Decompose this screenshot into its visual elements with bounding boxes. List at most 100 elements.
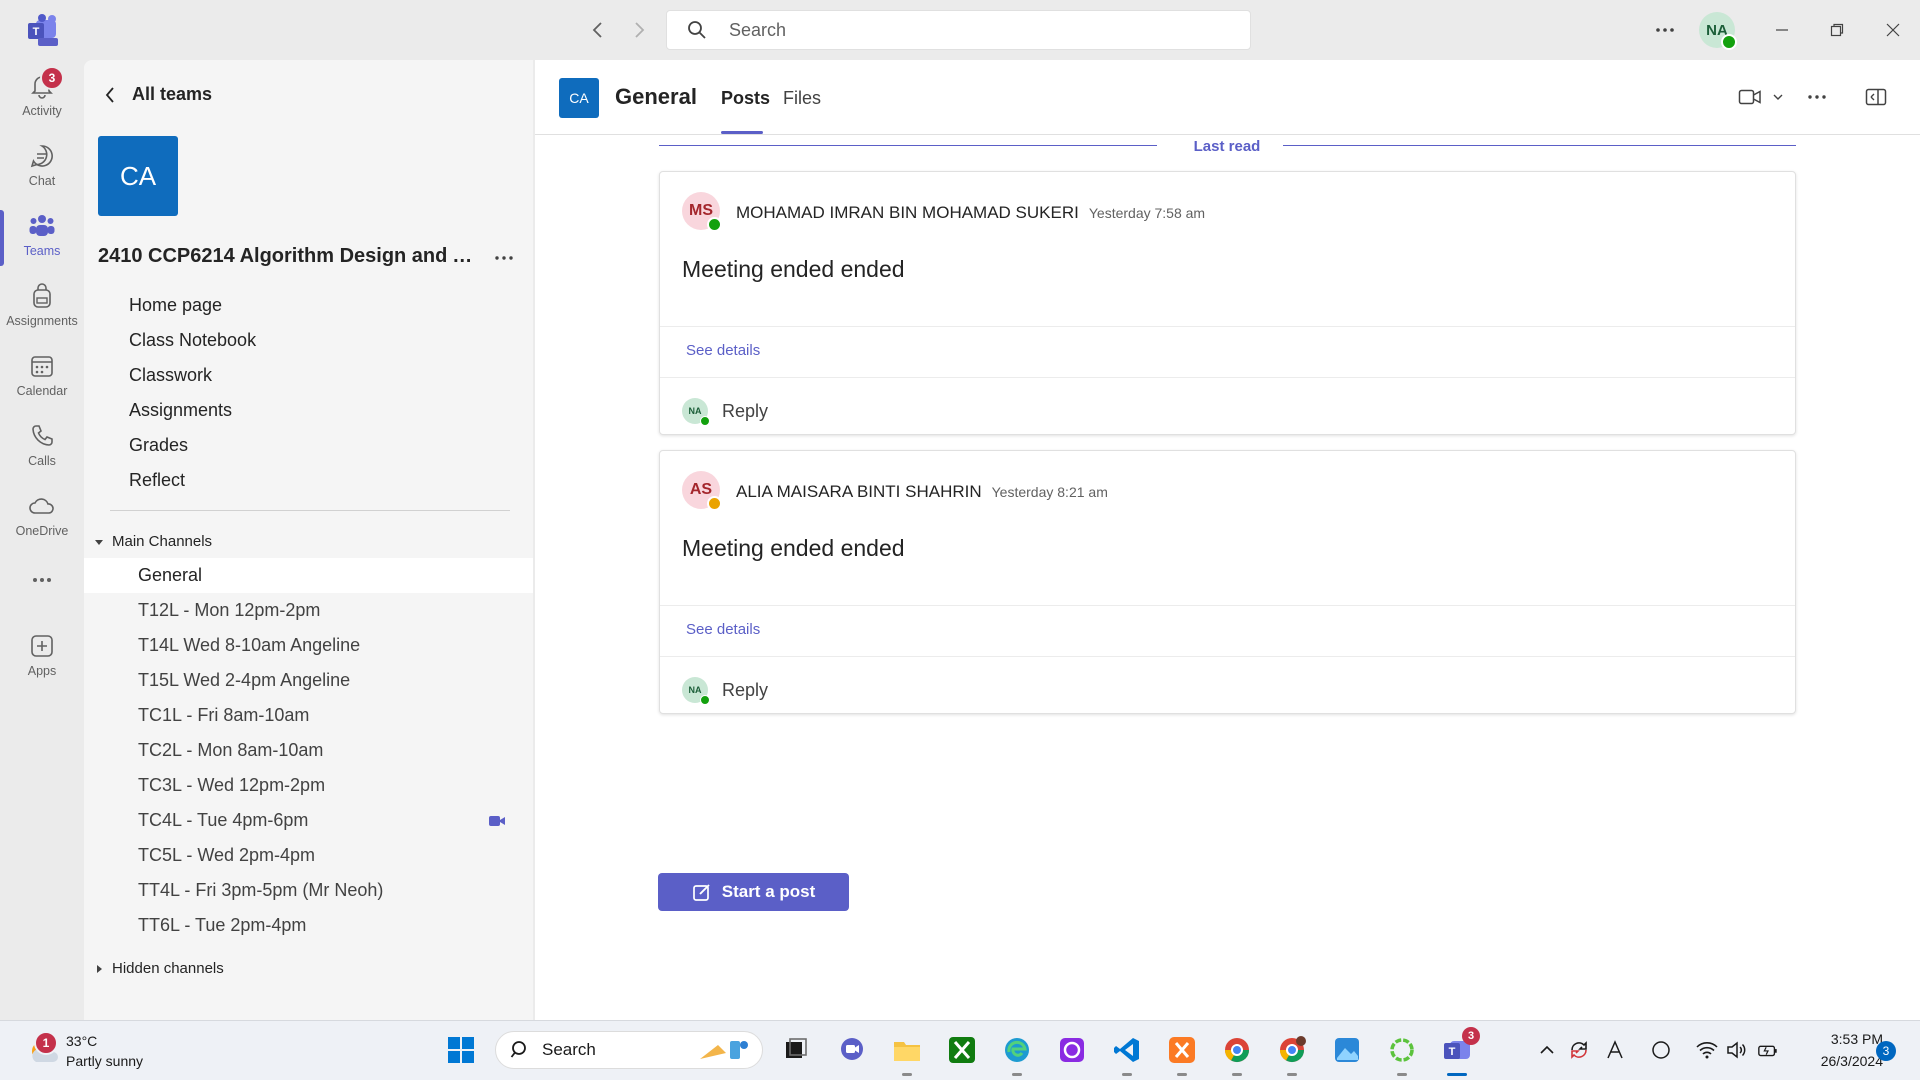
link-classwork[interactable]: Classwork — [129, 365, 212, 386]
meet-chat-icon — [841, 1038, 863, 1060]
post-subject: Meeting ended ended — [682, 256, 905, 282]
rail-item-onedrive[interactable]: OneDrive — [0, 486, 84, 552]
taskbar-edge[interactable] — [1000, 1033, 1034, 1076]
show-hidden-icons[interactable] — [1536, 1039, 1558, 1061]
weather-widget[interactable]: 1 — [24, 1031, 64, 1071]
taskbar-vscode[interactable] — [1110, 1033, 1144, 1076]
channel-item[interactable]: T15L Wed 2-4pm Angeline — [84, 663, 533, 698]
all-teams-link[interactable]: All teams — [104, 84, 212, 105]
more-options-icon[interactable] — [1650, 18, 1680, 42]
wifi-tray[interactable] — [1696, 1039, 1718, 1061]
post-author[interactable]: MOHAMAD IMRAN BIN MOHAMAD SUKERI — [736, 203, 1079, 222]
taskbar-xampp[interactable] — [1165, 1033, 1199, 1076]
teams-logo-icon: T — [26, 14, 60, 46]
taskbar-task-view[interactable] — [780, 1033, 814, 1067]
see-details-link[interactable]: See details — [686, 342, 760, 359]
section-main-channels[interactable]: Main Channels — [92, 533, 212, 550]
channel-item[interactable]: TC5L - Wed 2pm-4pm — [84, 838, 533, 873]
side-panel-icon[interactable] — [1863, 85, 1889, 109]
taskbar-xbox[interactable] — [945, 1033, 979, 1067]
video-meet-icon[interactable] — [1737, 85, 1763, 109]
channel-item[interactable]: TT4L - Fri 3pm-5pm (Mr Neoh) — [84, 873, 533, 908]
post-time: Yesterday 7:58 am — [1088, 205, 1206, 221]
rail-label: Activity — [22, 104, 62, 118]
last-read-label: Last read — [1185, 138, 1269, 155]
reply-button[interactable]: Reply — [722, 680, 768, 701]
meeting-video-icon — [488, 814, 506, 828]
search-input[interactable] — [727, 18, 1231, 42]
minimize-icon[interactable] — [1765, 14, 1799, 46]
ime-tray[interactable] — [1604, 1039, 1626, 1061]
rail-item-calls[interactable]: Calls — [0, 416, 84, 482]
rail-item-activity[interactable]: 3 Activity — [0, 66, 84, 132]
taskbar-app[interactable] — [1055, 1033, 1089, 1067]
team-panel: All teams CA 2410 CCP6214 Algorithm Desi… — [84, 60, 533, 1020]
rail-item-assignments[interactable]: Assignments — [0, 276, 84, 342]
channel-item[interactable]: TC3L - Wed 12pm-2pm — [84, 768, 533, 803]
task-view-icon — [786, 1038, 807, 1058]
chevron-down-icon[interactable] — [1771, 85, 1785, 109]
channel-header: CA General Posts Files — [535, 60, 1920, 135]
chevron-up-icon — [1540, 1045, 1554, 1054]
tab-posts[interactable]: Posts — [721, 88, 770, 109]
sync-tray[interactable] — [1568, 1039, 1590, 1061]
rail-item-calendar[interactable]: Calendar — [0, 346, 84, 412]
taskbar: 1 33°C Partly sunny Search T 3 3:53 PM 2… — [0, 1020, 1920, 1080]
author-avatar[interactable]: MS — [682, 192, 722, 232]
team-more-icon[interactable] — [492, 246, 516, 270]
tab-files[interactable]: Files — [783, 88, 821, 109]
search-box[interactable] — [666, 10, 1251, 50]
rail-item-chat[interactable]: Chat — [0, 136, 84, 202]
clock-date[interactable]: 26/3/2024 — [1796, 1053, 1883, 1069]
section-hidden-channels[interactable]: Hidden channels — [92, 960, 224, 977]
battery-charging-icon — [1758, 1045, 1777, 1057]
channel-item[interactable]: TC1L - Fri 8am-10am — [84, 698, 533, 733]
focus-tray[interactable] — [1650, 1039, 1672, 1061]
author-avatar[interactable]: AS — [682, 471, 722, 511]
start-button[interactable] — [444, 1033, 478, 1067]
presence-available-icon — [1721, 34, 1737, 50]
link-class-notebook[interactable]: Class Notebook — [129, 330, 256, 351]
link-grades[interactable]: Grades — [129, 435, 188, 456]
link-home-page[interactable]: Home page — [129, 295, 222, 316]
taskbar-chrome-profile-1[interactable] — [1220, 1033, 1254, 1076]
taskbar-photos[interactable] — [1330, 1033, 1364, 1067]
close-icon[interactable] — [1876, 14, 1910, 46]
battery-tray[interactable] — [1757, 1039, 1779, 1061]
taskbar-meet[interactable] — [835, 1033, 869, 1067]
rail-item-apps[interactable]: Apps — [0, 626, 84, 692]
windows-logo-icon — [448, 1037, 474, 1063]
reply-button[interactable]: Reply — [722, 401, 768, 422]
notification-count[interactable]: 3 — [1876, 1041, 1896, 1061]
clock-time[interactable]: 3:53 PM — [1807, 1031, 1883, 1047]
channel-item[interactable]: TC4L - Tue 4pm-6pm — [84, 803, 533, 838]
channel-item[interactable]: T14L Wed 8-10am Angeline — [84, 628, 533, 663]
taskbar-app-ring[interactable] — [1385, 1033, 1419, 1076]
back-arrow-icon[interactable] — [586, 18, 610, 42]
channel-general[interactable]: General — [84, 558, 533, 593]
link-assignments[interactable]: Assignments — [129, 400, 232, 421]
taskbar-teams[interactable]: T 3 — [1440, 1027, 1480, 1076]
post-author[interactable]: ALIA MAISARA BINTI SHAHRIN — [736, 482, 982, 501]
weather-temperature: 33°C — [66, 1033, 98, 1049]
channel-item[interactable]: T12L - Mon 12pm-2pm — [84, 593, 533, 628]
see-details-link[interactable]: See details — [686, 621, 760, 638]
rail-label: Teams — [23, 244, 61, 258]
channel-item[interactable]: TC2L - Mon 8am-10am — [84, 733, 533, 768]
channel-avatar: CA — [559, 78, 599, 118]
link-reflect[interactable]: Reflect — [129, 470, 185, 491]
forward-arrow-icon[interactable] — [627, 18, 651, 42]
rail-item-teams[interactable]: Teams — [0, 206, 84, 272]
taskbar-chrome-profile-2[interactable] — [1275, 1033, 1309, 1076]
channel-item[interactable]: TT6L - Tue 2pm-4pm — [84, 908, 533, 943]
start-post-button[interactable]: Start a post — [658, 873, 849, 911]
taskbar-file-explorer[interactable] — [890, 1033, 924, 1076]
divider — [660, 326, 1795, 327]
taskbar-search[interactable]: Search — [495, 1031, 763, 1069]
rail-more[interactable] — [0, 560, 84, 600]
volume-tray[interactable] — [1726, 1039, 1748, 1061]
rail-label: Calls — [28, 454, 56, 468]
header-more-icon[interactable] — [1803, 85, 1831, 109]
user-avatar[interactable]: NA — [1699, 12, 1737, 50]
restore-icon[interactable] — [1820, 14, 1854, 46]
